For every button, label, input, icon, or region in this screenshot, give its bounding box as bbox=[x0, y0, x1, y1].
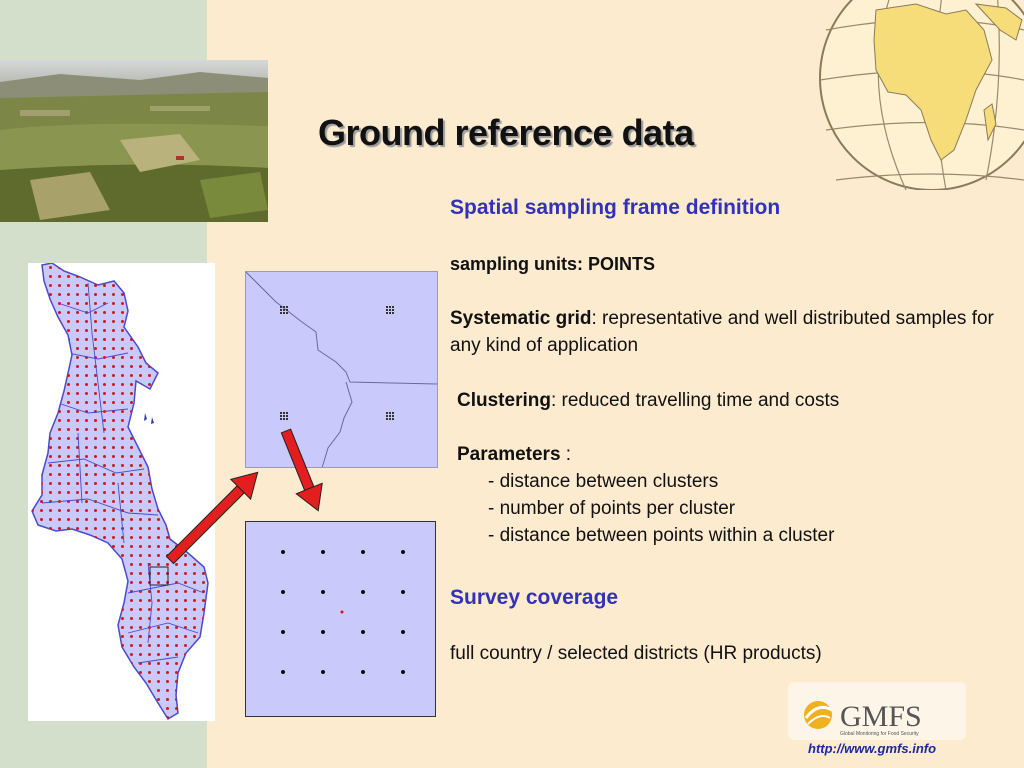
clustering-text: : reduced travelling time and costs bbox=[550, 390, 840, 411]
parameters-heading: Parameters : bbox=[457, 441, 571, 468]
landscape-photo bbox=[0, 60, 268, 222]
clustering-label: Clustering bbox=[457, 390, 551, 411]
spatial-sampling-heading: Spatial sampling frame definition bbox=[450, 196, 781, 219]
parameter-item: - distance between clusters bbox=[488, 471, 719, 492]
sample-point bbox=[281, 670, 285, 674]
globe-icon bbox=[819, 0, 1024, 190]
sample-point bbox=[321, 550, 325, 554]
sample-point bbox=[401, 550, 405, 554]
coverage-text: full country / selected districts (HR pr… bbox=[450, 643, 822, 664]
parameters-label: Parameters bbox=[457, 444, 561, 465]
logo-tagline: Global Monitoring for Food Security bbox=[840, 731, 919, 737]
sampling-units-text: sampling units: POINTS bbox=[450, 254, 656, 274]
parameter-item: - number of points per cluster bbox=[488, 498, 736, 519]
sample-point bbox=[361, 550, 365, 554]
parameters-suffix: : bbox=[560, 444, 572, 465]
reference-point bbox=[340, 610, 344, 614]
logo-url-link[interactable]: http://www.gmfs.info bbox=[808, 741, 936, 756]
points-panel bbox=[245, 521, 436, 717]
sample-point bbox=[361, 630, 365, 634]
gmfs-logo: GMFS Global Monitoring for Food Security bbox=[788, 682, 966, 740]
map-panel bbox=[28, 262, 215, 721]
sample-point bbox=[321, 590, 325, 594]
systematic-grid-label: Systematic grid bbox=[450, 308, 592, 329]
sample-point bbox=[401, 630, 405, 634]
clustering-paragraph: Clustering: reduced travelling time and … bbox=[457, 387, 839, 414]
page-title: Ground reference data bbox=[318, 112, 694, 153]
survey-coverage-heading: Survey coverage bbox=[450, 586, 619, 609]
sample-point bbox=[361, 670, 365, 674]
parameter-item: - distance between points within a clust… bbox=[488, 525, 835, 546]
sample-point bbox=[401, 590, 405, 594]
sample-point bbox=[321, 670, 325, 674]
sample-point bbox=[321, 630, 325, 634]
zoom-panel bbox=[245, 271, 438, 468]
country-map bbox=[31, 262, 209, 721]
sample-point bbox=[401, 670, 405, 674]
sample-point bbox=[281, 630, 285, 634]
sample-point bbox=[281, 590, 285, 594]
parameter-list: - distance between clusters - number of … bbox=[488, 468, 834, 549]
sample-point bbox=[361, 590, 365, 594]
sample-point bbox=[281, 550, 285, 554]
systematic-grid-paragraph: Systematic grid: representative and well… bbox=[450, 305, 1010, 359]
logo-name: GMFS bbox=[840, 700, 922, 733]
